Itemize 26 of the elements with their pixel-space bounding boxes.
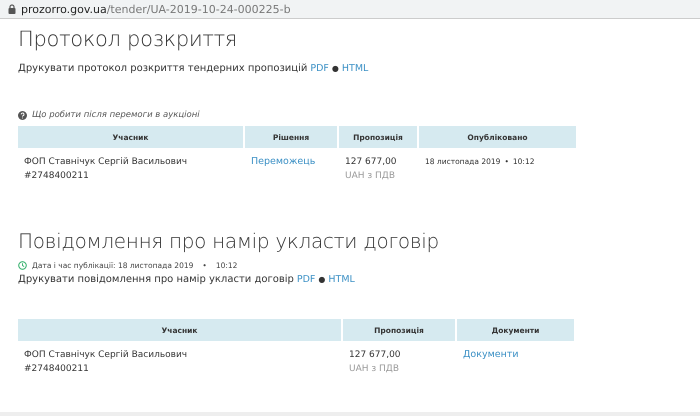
help-icon: [18, 110, 27, 120]
table-link[interactable]: Переможець: [251, 156, 316, 167]
help-link[interactable]: Що робити після перемоги в аукціоні: [32, 110, 200, 120]
currency-note: UAH з ПДВ: [345, 170, 396, 183]
url-text: prozorro.gov.ua/tender/UA-2019-10-24-000225-b: [21, 2, 291, 16]
print-link[interactable]: HTML: [342, 63, 368, 74]
currency-note: UAH з ПДВ: [349, 363, 400, 376]
table-link[interactable]: Документи: [463, 349, 519, 360]
participant-id: #2748400211: [24, 363, 90, 376]
section-title: Протокол розкриття: [18, 27, 238, 51]
separator-dot: ●: [332, 64, 339, 73]
lock-icon: [8, 4, 16, 14]
participant-id: #2748400211: [24, 170, 90, 183]
participant-name: ФОП Ставнічук Сергій Васильович: [24, 349, 188, 362]
address-bar[interactable]: prozorro.gov.ua/tender/UA-2019-10-24-000225-b: [0, 0, 700, 19]
print-link[interactable]: HTML: [328, 274, 355, 285]
participant-name: ФОП Ставнічук Сергій Васильович: [24, 156, 188, 169]
amount: 127 677,00: [349, 349, 402, 362]
print-link[interactable]: PDF: [310, 63, 329, 74]
print-link[interactable]: PDF: [296, 274, 316, 285]
print-label: Друкувати повідомлення про намір укласти договір: [18, 274, 294, 285]
print-label: Друкувати протокол розкриття тендерних пропозицій: [18, 63, 308, 74]
separator-dot: ●: [318, 275, 326, 284]
section-title: Повідомлення про намір укласти договір: [18, 229, 440, 253]
clock-icon: [18, 261, 27, 270]
amount: 127 677,00: [345, 156, 398, 169]
